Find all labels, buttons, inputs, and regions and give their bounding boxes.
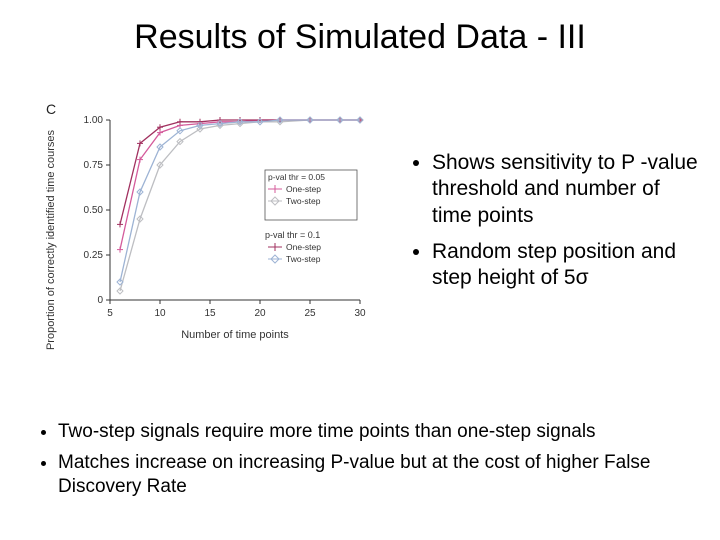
x-axis-label: Number of time points: [181, 329, 289, 341]
svg-text:15: 15: [204, 308, 216, 319]
svg-text:5: 5: [107, 308, 113, 319]
panel-label: C: [46, 101, 56, 117]
bullet-pvalue-fdr: Matches increase on increasing P-value b…: [58, 451, 686, 500]
slide-title: Results of Simulated Data - III: [0, 18, 720, 57]
legend-item-4: Two-step: [286, 254, 321, 264]
legend-header-1: p-val thr = 0.05: [268, 172, 325, 182]
svg-text:0.25: 0.25: [84, 250, 104, 261]
y-ticks: 0 0.25 0.50 0.75 1.00: [84, 115, 110, 306]
y-axis-label: Proportion of correctly identified time …: [45, 129, 57, 350]
right-bullet-list: Shows sensitivity to P -value threshold …: [410, 150, 700, 301]
svg-text:20: 20: [254, 308, 266, 319]
legend-item-3: One-step: [286, 242, 321, 252]
bottom-bullet-list: Two-step signals require more time point…: [36, 420, 686, 506]
bullet-sensitivity: Shows sensitivity to P -value threshold …: [432, 150, 700, 229]
svg-text:0.50: 0.50: [84, 205, 104, 216]
x-ticks: 5 10 15 20 25 30: [107, 300, 366, 319]
svg-text:1.00: 1.00: [84, 115, 104, 126]
legend-item-1: One-step: [286, 184, 321, 194]
svg-text:10: 10: [154, 308, 166, 319]
legend-header-2: p-val thr = 0.1: [265, 230, 320, 240]
bullet-two-step: Two-step signals require more time point…: [58, 420, 686, 445]
bullet-step-height: Random step position and step height of …: [432, 239, 700, 292]
legend-item-2: Two-step: [286, 196, 321, 206]
svg-text:0: 0: [97, 295, 103, 306]
svg-text:30: 30: [354, 308, 366, 319]
chart-legend: p-val thr = 0.05 One-step Two-step p-val…: [265, 170, 357, 264]
svg-text:0.75: 0.75: [84, 160, 104, 171]
svg-text:25: 25: [304, 308, 316, 319]
sensitivity-chart: C 0 0.25 0.50 0.75 1.00 5 10 15 20 25 30 Proporti…: [40, 100, 380, 355]
